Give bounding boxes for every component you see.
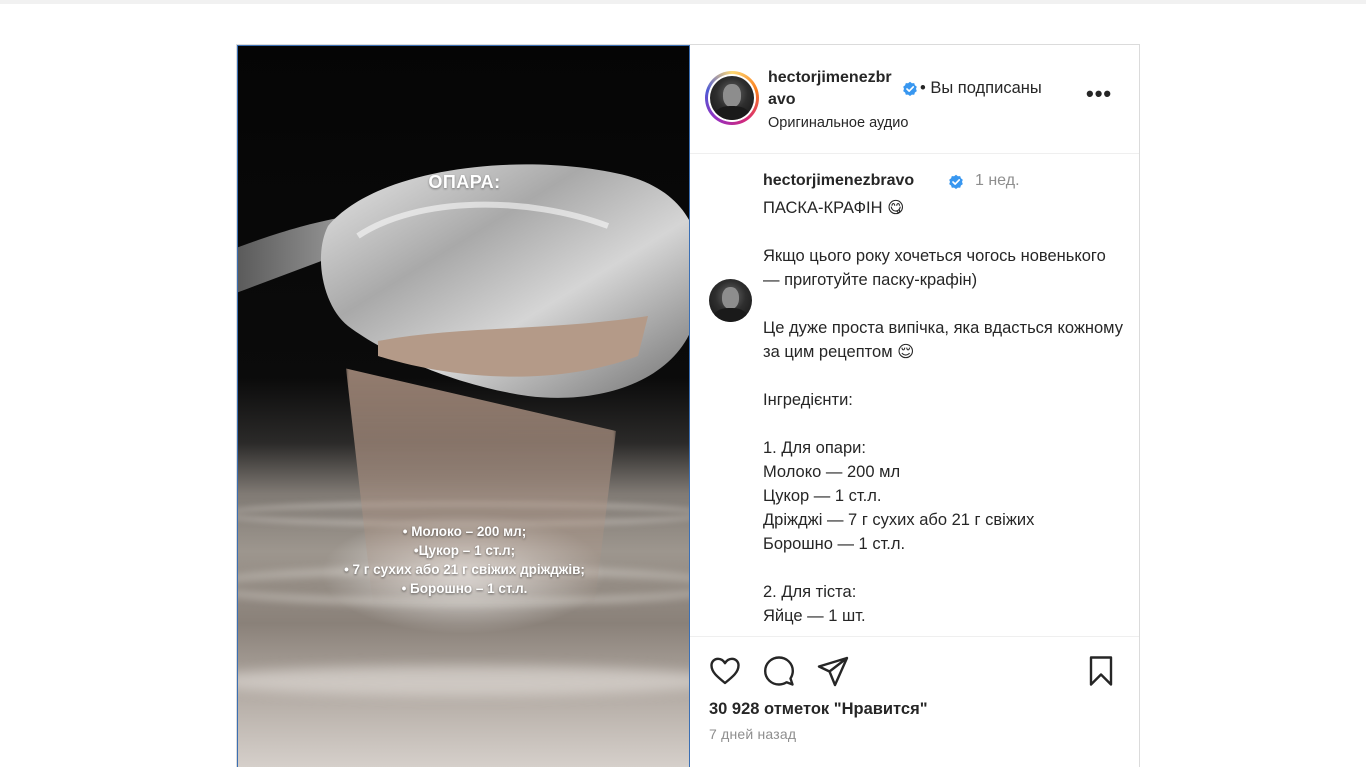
post-header: hectorjimenezbravo • Вы подписаны Оригин…: [690, 45, 1139, 154]
likes-count[interactable]: 30 928 отметок "Нравится": [709, 700, 928, 719]
caption-text: ПАСКА-КРАФІН 😋 Якщо цього року хочеться …: [763, 199, 1123, 625]
media-overlay-line: • Борошно – 1 ст.л.: [401, 581, 528, 596]
media-overlay-title: ОПАРА:: [428, 172, 501, 192]
verified-badge-icon: [903, 81, 917, 96]
post-date[interactable]: 7 дней назад: [709, 726, 796, 742]
avatar[interactable]: [710, 76, 754, 120]
browser-top-strip: [0, 0, 1366, 4]
verified-badge-icon: [949, 174, 963, 189]
spoon-illustration: [238, 164, 689, 398]
glass-rim: [238, 666, 689, 696]
comment-icon[interactable]: [762, 654, 796, 688]
post-media[interactable]: ОПАРА: • Молоко – 200 мл; •Цукор – 1 ст.…: [237, 45, 690, 767]
post-side-panel: hectorjimenezbravo • Вы подписаны Оригин…: [690, 45, 1139, 767]
caption-username-link[interactable]: hectorjimenezbravo: [763, 172, 914, 190]
post-dialog: ОПАРА: • Молоко – 200 мл; •Цукор – 1 ст.…: [236, 44, 1140, 767]
audio-link[interactable]: Оригинальное аудио: [768, 115, 908, 131]
bookmark-icon[interactable]: [1084, 654, 1118, 688]
heart-icon[interactable]: [708, 654, 742, 688]
caption-area: hectorjimenezbravo 1 нед. ПАСКА-КРАФІН 😋…: [690, 155, 1139, 635]
caption-time[interactable]: 1 нед.: [975, 172, 1020, 190]
share-icon[interactable]: [816, 654, 850, 688]
media-overlay-line: • Молоко – 200 мл;: [402, 524, 527, 539]
avatar[interactable]: [709, 279, 752, 322]
author-username-link[interactable]: hectorjimenezbravo: [768, 67, 898, 111]
post-actions: 30 928 отметок "Нравится" 7 дней назад: [690, 636, 1139, 767]
media-overlay-line: •Цукор – 1 ст.л;: [413, 543, 516, 558]
follow-status[interactable]: • Вы подписаны: [920, 79, 1042, 98]
media-overlay-list: • Молоко – 200 мл; •Цукор – 1 ст.л; • 7 …: [338, 522, 591, 598]
media-overlay-line: • 7 г сухих або 21 г свіжих дріжджів;: [344, 562, 585, 577]
more-options-icon[interactable]: •••: [1086, 83, 1114, 109]
